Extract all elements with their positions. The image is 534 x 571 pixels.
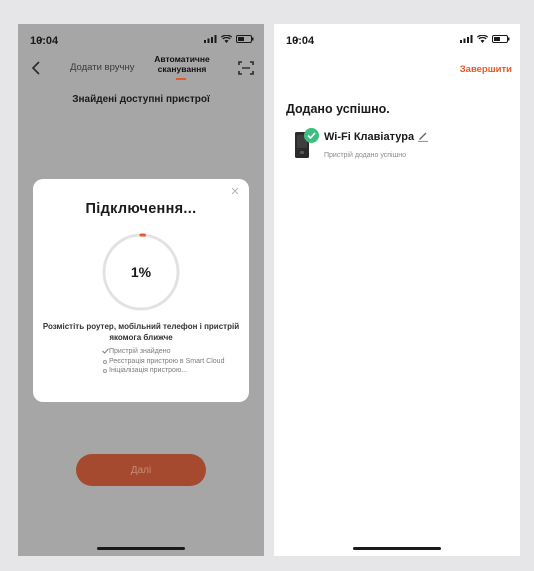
pending-dot-icon xyxy=(103,359,107,364)
tab-active-indicator xyxy=(176,78,186,80)
close-icon xyxy=(231,187,239,195)
connecting-dialog: Підключення... 1% Розмістіть роутер, моб… xyxy=(33,179,249,402)
device-name: Wi-Fi Клавіатура xyxy=(324,131,415,143)
found-devices-title: Знайдені доступні пристрої xyxy=(72,94,210,105)
left-phone-screen: 10:04 Додати вручну Автоматичне скануван… xyxy=(18,24,264,556)
home-indicator xyxy=(353,547,441,550)
dialog-message: Розмістіть роутер, мобільний телефон і п… xyxy=(42,322,240,342)
battery-icon xyxy=(492,35,510,43)
signal-icon xyxy=(204,35,217,43)
step-item: Пристрій знайдено xyxy=(101,347,241,357)
scan-button[interactable] xyxy=(236,58,256,78)
success-check-icon xyxy=(304,128,319,143)
step-item: Реєстрація пристрою в Smart Cloud xyxy=(101,357,241,367)
location-arrow-icon xyxy=(37,38,43,44)
edit-pencil-icon[interactable] xyxy=(417,130,429,142)
scan-frame-icon xyxy=(238,61,254,75)
step-label: Реєстрація пристрою в Smart Cloud xyxy=(109,357,225,365)
status-time: 10:04 xyxy=(286,35,315,47)
tab-auto-scan[interactable]: Автоматичне сканування xyxy=(152,54,212,74)
tab-manual-add[interactable]: Додати вручну xyxy=(70,62,134,73)
pending-dot-icon xyxy=(103,369,107,373)
status-bar: 10:04 xyxy=(18,24,264,52)
check-icon xyxy=(101,348,109,354)
wifi-icon xyxy=(477,35,488,43)
step-item: Ініціалізація пристрою... xyxy=(101,366,241,376)
step-label: Ініціалізація пристрою... xyxy=(109,367,188,374)
home-indicator xyxy=(97,547,185,550)
close-button[interactable] xyxy=(227,183,243,199)
back-button[interactable] xyxy=(26,58,46,78)
dialog-title: Підключення... xyxy=(85,201,197,217)
location-arrow-icon xyxy=(293,38,299,44)
right-phone-screen: 10:04 Завершити Додано успішно. Wi-Fi Кл… xyxy=(274,24,520,556)
wifi-icon xyxy=(221,35,232,43)
step-label: Пристрій знайдено xyxy=(109,348,171,355)
connection-steps: Пристрій знайдено Реєстрація пристрою в … xyxy=(101,347,241,376)
chevron-left-icon xyxy=(31,61,40,75)
battery-icon xyxy=(236,35,254,43)
added-success-title: Додано успішно. xyxy=(286,102,390,116)
device-status: Пристрій додано успішно xyxy=(324,152,406,159)
next-button[interactable]: Далі xyxy=(76,454,206,486)
progress-percent: 1% xyxy=(130,264,152,280)
status-bar: 10:04 xyxy=(274,24,520,52)
finish-button[interactable]: Завершити xyxy=(460,64,512,75)
signal-icon xyxy=(460,35,473,43)
nav-bar: Додати вручну Автоматичне сканування xyxy=(18,52,264,88)
status-time: 10:04 xyxy=(30,35,59,47)
